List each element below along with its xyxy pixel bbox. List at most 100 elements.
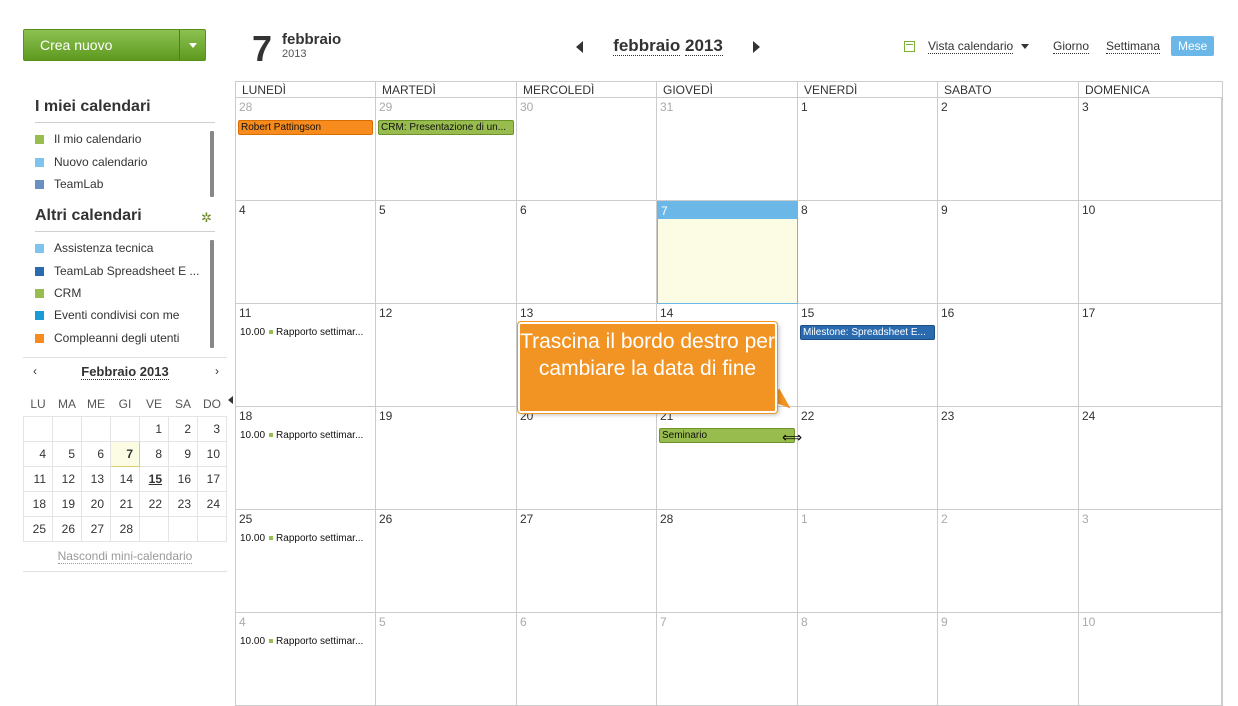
- mini-day[interactable]: 18: [23, 490, 53, 517]
- calendar-item[interactable]: Compleanni degli utenti: [35, 330, 179, 346]
- mini-calendar-title[interactable]: Febbraio 2013: [23, 364, 227, 380]
- mini-day[interactable]: 6: [81, 440, 111, 467]
- day-cell[interactable]: 31: [657, 98, 798, 201]
- calendar-item[interactable]: Nuovo calendario: [35, 154, 147, 170]
- day-cell[interactable]: 6: [517, 201, 657, 304]
- calendar-item[interactable]: Il mio calendario: [35, 131, 141, 147]
- day-number[interactable]: 9: [941, 615, 948, 629]
- day-cell[interactable]: 29: [376, 98, 517, 201]
- day-number[interactable]: 1: [801, 100, 808, 114]
- day-cell[interactable]: 27: [517, 510, 657, 613]
- day-cell[interactable]: 17: [1079, 304, 1222, 407]
- view-calendar-dropdown[interactable]: Vista calendario: [904, 39, 1030, 54]
- mini-day[interactable]: 1: [139, 415, 169, 442]
- month-nav-title[interactable]: febbraio 2013: [606, 36, 730, 56]
- mini-day[interactable]: 10: [197, 440, 227, 467]
- day-cell[interactable]: 8: [798, 201, 938, 304]
- calendar-item[interactable]: Eventi condivisi con me: [35, 307, 179, 323]
- mini-title-month[interactable]: Febbraio: [81, 364, 137, 380]
- day-cell[interactable]: 10: [1079, 201, 1222, 304]
- day-number[interactable]: 25: [239, 512, 252, 526]
- day-cell[interactable]: 5: [376, 613, 517, 706]
- mini-day[interactable]: 20: [81, 490, 111, 517]
- day-cell[interactable]: 12: [376, 304, 517, 407]
- day-cell[interactable]: 6: [517, 613, 657, 706]
- day-number[interactable]: 10: [1082, 203, 1095, 217]
- gear-icon[interactable]: ✲: [201, 210, 212, 226]
- day-number[interactable]: 12: [379, 306, 392, 320]
- day-cell[interactable]: 22: [798, 407, 938, 510]
- day-cell[interactable]: 24: [1079, 407, 1222, 510]
- day-cell[interactable]: 2: [938, 98, 1079, 201]
- day-number[interactable]: 23: [941, 409, 954, 423]
- day-number[interactable]: 9: [941, 203, 948, 217]
- day-cell[interactable]: 1: [798, 510, 938, 613]
- day-number[interactable]: 28: [660, 512, 673, 526]
- day-view-button[interactable]: Giorno: [1053, 39, 1090, 54]
- day-number[interactable]: 6: [520, 615, 527, 629]
- day-cell[interactable]: 5: [376, 201, 517, 304]
- day-number[interactable]: 10: [1082, 615, 1095, 629]
- day-number[interactable]: 8: [801, 615, 808, 629]
- day-number[interactable]: 24: [1082, 409, 1095, 423]
- day-number[interactable]: 5: [379, 615, 386, 629]
- mini-day[interactable]: 27: [81, 515, 111, 542]
- day-cell-today[interactable]: 7: [657, 201, 798, 304]
- mini-day[interactable]: 14: [110, 465, 140, 492]
- mini-day-today[interactable]: 7: [110, 440, 140, 467]
- create-new-button[interactable]: Crea nuovo: [23, 29, 206, 61]
- mini-day[interactable]: 28: [110, 515, 140, 542]
- day-number[interactable]: 3: [1082, 100, 1089, 114]
- day-cell[interactable]: 28: [236, 98, 376, 201]
- nav-year[interactable]: 2013: [684, 36, 723, 56]
- day-number[interactable]: 26: [379, 512, 392, 526]
- mini-title-year[interactable]: 2013: [139, 364, 169, 380]
- day-cell[interactable]: 3: [1079, 98, 1222, 201]
- day-cell[interactable]: 28: [657, 510, 798, 613]
- day-number[interactable]: 4: [239, 615, 246, 629]
- day-cell[interactable]: 9: [938, 613, 1079, 706]
- prev-month-icon[interactable]: [576, 41, 583, 53]
- seminario-event[interactable]: Seminario: [659, 428, 795, 443]
- day-cell[interactable]: 21: [657, 407, 798, 510]
- nav-month[interactable]: febbraio: [613, 36, 681, 56]
- mini-day[interactable]: 5: [52, 440, 82, 467]
- day-number[interactable]: 19: [379, 409, 392, 423]
- day-cell[interactable]: 8: [798, 613, 938, 706]
- day-number[interactable]: 4: [239, 203, 246, 217]
- day-number[interactable]: 29: [379, 100, 392, 114]
- day-number[interactable]: 28: [239, 100, 252, 114]
- next-month-icon[interactable]: [753, 41, 760, 53]
- recurring-event[interactable]: 10.00 Rapporto settimar...: [240, 430, 363, 441]
- calendar-item[interactable]: CRM: [35, 285, 81, 301]
- mini-day[interactable]: 11: [23, 465, 53, 492]
- hide-mini-calendar-label[interactable]: Nascondi mini-calendario: [57, 549, 193, 564]
- other-calendars-scrollbar[interactable]: [210, 240, 214, 348]
- mini-day[interactable]: 13: [81, 465, 111, 492]
- day-cell[interactable]: 25: [236, 510, 376, 613]
- mini-day[interactable]: 9: [168, 440, 198, 467]
- day-number[interactable]: 8: [801, 203, 808, 217]
- mini-day[interactable]: 16: [168, 465, 198, 492]
- day-cell[interactable]: 3: [1079, 510, 1222, 613]
- mini-day[interactable]: 22: [139, 490, 169, 517]
- day-cell[interactable]: 26: [376, 510, 517, 613]
- mini-day[interactable]: 4: [23, 440, 53, 467]
- my-calendars-scrollbar[interactable]: [210, 131, 214, 197]
- mini-day[interactable]: 24: [197, 490, 227, 517]
- day-cell[interactable]: 23: [938, 407, 1079, 510]
- day-number[interactable]: 11: [239, 306, 251, 320]
- resize-cursor-icon[interactable]: ⟺: [782, 429, 802, 446]
- recurring-event[interactable]: 10.00 Rapporto settimar...: [240, 327, 363, 338]
- day-number[interactable]: 31: [660, 100, 673, 114]
- day-number[interactable]: 7: [661, 204, 668, 218]
- day-number[interactable]: 18: [239, 409, 252, 423]
- calendar-item[interactable]: TeamLab Spreadsheet E ...: [35, 263, 199, 279]
- day-cell[interactable]: 20: [517, 407, 657, 510]
- collapse-sidebar-icon[interactable]: [228, 396, 233, 404]
- day-cell[interactable]: 7: [657, 613, 798, 706]
- day-cell[interactable]: 9: [938, 201, 1079, 304]
- day-number[interactable]: 1: [801, 512, 808, 526]
- recurring-event[interactable]: 10.00 Rapporto settimar...: [240, 533, 363, 544]
- hide-mini-calendar-link[interactable]: Nascondi mini-calendario: [23, 549, 227, 564]
